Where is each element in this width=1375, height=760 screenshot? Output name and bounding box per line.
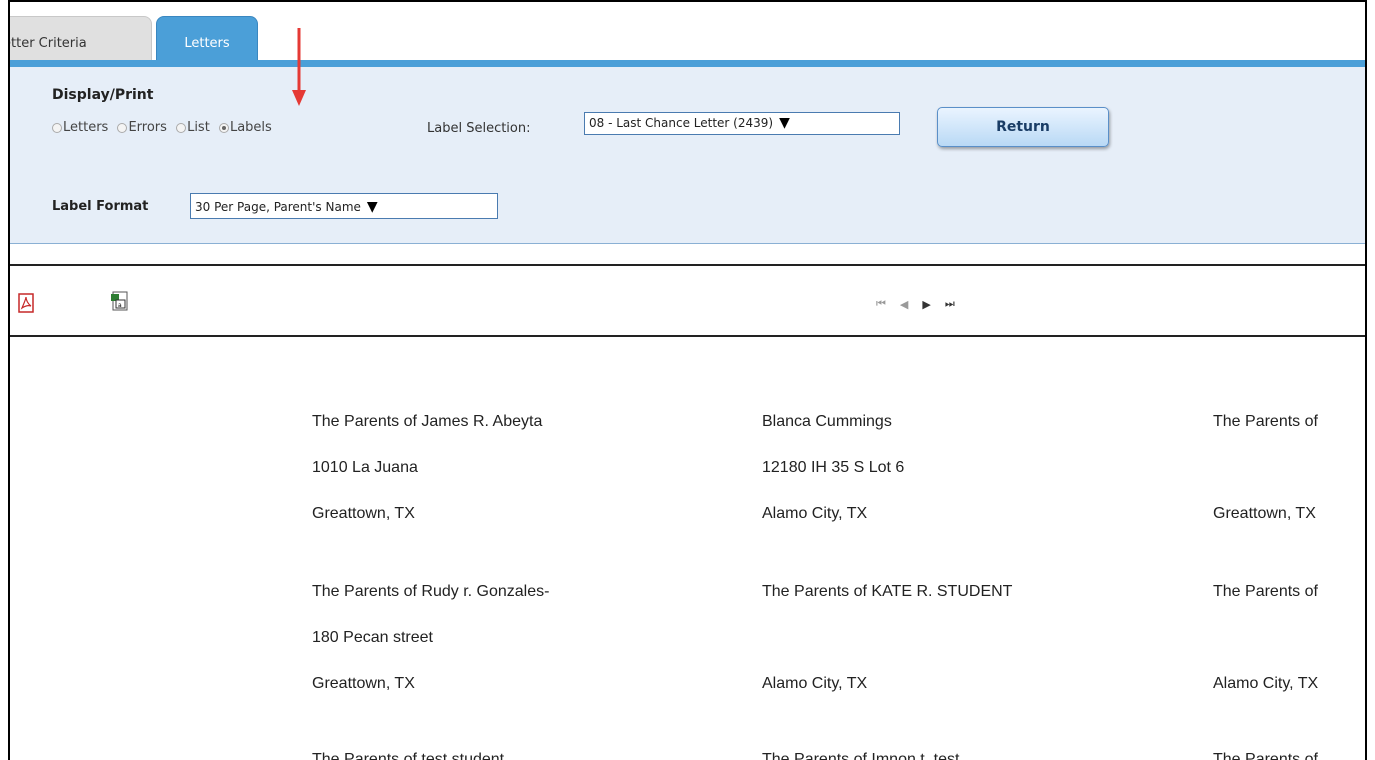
svg-text:a: a	[118, 302, 122, 309]
previous-page-icon[interactable]: ◀	[900, 298, 908, 311]
radio-label: Letters	[63, 120, 109, 135]
tab-bar: etter Criteria Letters	[10, 2, 1365, 62]
first-page-icon[interactable]: ⏮	[876, 297, 886, 311]
label-line: The Parents of	[1213, 751, 1318, 760]
return-button[interactable]: Return	[937, 107, 1109, 147]
label-line: Greattown, TX	[1213, 505, 1316, 522]
label-line: The Parents of KATE R. STUDENT	[762, 583, 1013, 600]
radio-label: Errors	[128, 120, 167, 135]
label-format-dropdown[interactable]: 30 Per Page, Parent's Name ▼	[190, 193, 498, 219]
mailing-label: Blanca Cummings 12180 IH 35 S Lot 6 Alam…	[762, 412, 904, 550]
label-format-label: Label Format	[52, 199, 149, 214]
label-selection-label: Label Selection:	[427, 121, 531, 136]
label-line: Greattown, TX	[312, 675, 415, 692]
mailing-label: The Parents of Alamo City, TX	[1213, 582, 1318, 720]
label-selection-dropdown[interactable]: 08 - Last Chance Letter (2439) ▼	[584, 112, 900, 135]
mailing-label: The Parents of Imnon t. test	[762, 750, 959, 760]
mailing-label: The Parents of test student	[312, 750, 504, 760]
radio-label: List	[187, 120, 210, 135]
next-page-icon[interactable]: ▶	[922, 298, 930, 311]
radio-labels[interactable]: Labels	[218, 120, 272, 135]
mailing-label: The Parents of Rudy r. Gonzales- 180 Pec…	[312, 582, 549, 720]
label-line: The Parents of Rudy r. Gonzales-	[312, 583, 550, 600]
label-line: Blanca Cummings	[762, 413, 892, 430]
label-line: Alamo City, TX	[762, 505, 868, 522]
label-line: 1010 La Juana	[312, 459, 418, 476]
display-print-title: Display/Print	[52, 87, 154, 103]
criteria-panel: Display/Print Letters Errors List Labels…	[10, 67, 1365, 244]
report-frame: etter Criteria Letters Display/Print Let…	[8, 0, 1367, 760]
dropdown-arrow-icon: ▼	[366, 199, 378, 215]
tab-letters[interactable]: Letters	[156, 16, 258, 62]
label-line: 180 Pecan street	[312, 629, 433, 646]
label-line: Alamo City, TX	[1213, 675, 1319, 692]
label-selection-value: 08 - Last Chance Letter (2439)	[589, 116, 774, 130]
label-line: Greattown, TX	[312, 505, 415, 522]
label-format-value: 30 Per Page, Parent's Name	[195, 200, 361, 214]
excel-export-icon[interactable]: a	[110, 291, 128, 311]
label-line: Alamo City, TX	[762, 675, 868, 692]
radio-errors[interactable]: Errors	[117, 120, 167, 135]
mailing-label: The Parents of	[1213, 750, 1318, 760]
tab-underline	[10, 60, 1365, 67]
radio-letters[interactable]: Letters	[52, 120, 108, 135]
mailing-label: The Parents of KATE R. STUDENT Alamo Cit…	[762, 582, 1012, 720]
last-page-icon[interactable]: ⏭	[945, 297, 955, 311]
label-line: The Parents of	[1213, 583, 1318, 600]
label-line	[1213, 628, 1318, 674]
annotation-arrow-icon	[292, 28, 306, 106]
label-line: The Parents of James R. Abeyta	[312, 413, 543, 430]
tab-letter-criteria[interactable]: etter Criteria	[10, 16, 152, 62]
divider	[10, 335, 1365, 337]
label-line: The Parents of test student	[312, 751, 505, 760]
radio-button[interactable]	[176, 122, 187, 133]
radio-button[interactable]	[52, 122, 62, 133]
divider	[10, 264, 1365, 266]
radio-label: Labels	[229, 120, 272, 135]
label-line	[1213, 458, 1318, 504]
label-line: The Parents of	[1213, 413, 1318, 430]
mailing-label: The Parents of James R. Abeyta 1010 La J…	[312, 412, 542, 550]
mailing-label: The Parents of Greattown, TX	[1213, 412, 1318, 550]
radio-button-selected[interactable]	[218, 122, 229, 133]
radio-list[interactable]: List	[176, 120, 210, 135]
pdf-export-icon[interactable]	[18, 293, 34, 313]
label-line: 12180 IH 35 S Lot 6	[762, 459, 905, 476]
label-line: The Parents of Imnon t. test	[762, 751, 960, 760]
pager-controls: ⏮ ◀ ▶ ⏭	[876, 297, 955, 311]
label-line	[762, 628, 1012, 674]
radio-button[interactable]	[117, 122, 128, 133]
dropdown-arrow-icon: ▼	[779, 115, 790, 131]
display-print-radio-group: Letters Errors List Labels	[52, 120, 277, 137]
